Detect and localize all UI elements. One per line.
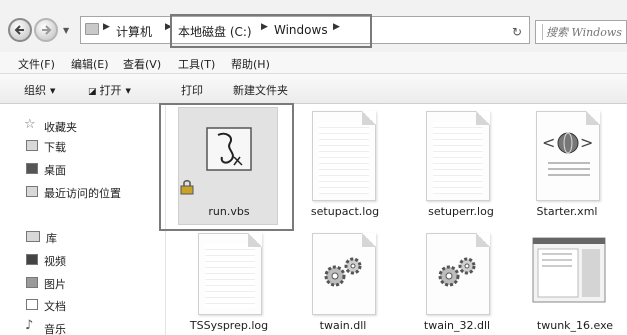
- sidebar-item-recent[interactable]: 最近访问的位置: [44, 185, 121, 201]
- file-item-setuperr-log[interactable]: setuperr.log: [412, 111, 526, 223]
- breadcrumb-computer[interactable]: 计算机: [116, 23, 152, 40]
- forward-button[interactable]: [34, 18, 58, 42]
- search-input[interactable]: [546, 24, 626, 40]
- print-button[interactable]: 打印: [181, 82, 203, 98]
- file-name: twain_32.dll: [423, 319, 491, 332]
- dll-gears-icon: [426, 233, 490, 315]
- file-item-setupact-log[interactable]: setupact.log: [298, 111, 412, 223]
- selection-highlight-box: [159, 103, 294, 231]
- gear-icon: [438, 257, 476, 287]
- desktop-icon: [26, 163, 38, 174]
- forward-arrow-icon: [42, 25, 52, 35]
- file-item-twain-dll[interactable]: twain.dll: [286, 231, 400, 335]
- dll-gears-icon: [312, 233, 376, 315]
- svg-text:>: >: [580, 133, 593, 152]
- text-document-icon: [312, 111, 376, 201]
- menu-edit[interactable]: 编辑(E): [71, 56, 109, 72]
- refresh-icon[interactable]: ↻: [507, 22, 527, 42]
- svg-text:<: <: [542, 133, 555, 152]
- sidebar-item-downloads[interactable]: 下载: [44, 139, 66, 155]
- file-item-twunk16-exe[interactable]: twunk_16.exe: [512, 231, 626, 335]
- downloads-folder-icon: [26, 140, 38, 151]
- globe-icon: < >: [542, 132, 593, 176]
- menu-tools[interactable]: 工具(T): [178, 56, 215, 72]
- video-library-icon: [26, 254, 38, 265]
- file-item-twain32-dll[interactable]: twain_32.dll: [400, 231, 514, 335]
- xml-document-icon: < >: [536, 111, 600, 201]
- page-fold: [362, 233, 376, 247]
- organize-button[interactable]: 组织 ▼: [24, 82, 55, 98]
- menu-view[interactable]: 查看(V): [123, 56, 161, 72]
- search-box[interactable]: [535, 20, 627, 44]
- chevron-right-icon[interactable]: ▶: [103, 22, 110, 32]
- back-button[interactable]: [8, 18, 32, 42]
- menu-bar: 文件(F) 编辑(E) 查看(V) 工具(T) 帮助(H): [0, 52, 627, 74]
- gear-icon: [324, 257, 362, 287]
- file-name: twunk_16.exe: [536, 319, 614, 332]
- page-fold: [248, 233, 262, 247]
- picture-library-icon: [26, 277, 38, 288]
- text-document-icon: [198, 233, 262, 315]
- document-lines: [205, 244, 255, 308]
- file-name: twain.dll: [319, 319, 367, 332]
- favorites-star-icon: ☆: [24, 117, 36, 132]
- sidebar-item-videos[interactable]: 视频: [44, 253, 66, 269]
- recent-places-icon: [26, 186, 38, 197]
- dropdown-arrow-icon: ▼: [50, 87, 56, 95]
- sidebar-item-desktop[interactable]: 桌面: [44, 162, 66, 178]
- address-row: ▼ ▶ 计算机 ▶ 本地磁盘 (C:) ▶ Windows ▶ ▼ ↻: [0, 0, 627, 52]
- address-highlight-box: [170, 14, 372, 48]
- sidebar-item-documents[interactable]: 文档: [44, 298, 66, 314]
- libraries-icon: [26, 231, 40, 242]
- search-divider: [542, 24, 543, 40]
- file-item-starter-xml[interactable]: < > Starter.xml: [512, 111, 626, 223]
- file-name: setupact.log: [310, 205, 380, 218]
- recent-pages-dropdown-icon[interactable]: ▼: [63, 26, 69, 35]
- document-library-icon: [26, 299, 38, 310]
- folder-icon: [85, 23, 99, 35]
- open-button[interactable]: ◪ 打开 ▼: [88, 82, 131, 98]
- open-with-icon: ◪: [88, 87, 97, 97]
- page-fold: [362, 111, 376, 125]
- new-folder-button[interactable]: 新建文件夹: [233, 82, 288, 98]
- navigation-pane: ☆ 收藏夹 下载 桌面 最近访问的位置 库 视频 图片 文档 ♪ 音乐: [0, 105, 165, 335]
- file-name: Starter.xml: [536, 205, 598, 218]
- file-item-tssysprep-log[interactable]: TSSysprep.log: [172, 231, 286, 335]
- page-fold: [476, 111, 490, 125]
- menu-help[interactable]: 帮助(H): [231, 56, 270, 72]
- sidebar-item-music[interactable]: 音乐: [44, 321, 66, 335]
- exe-window-icon: [532, 237, 606, 303]
- music-note-icon: ♪: [25, 318, 34, 333]
- file-name: TSSysprep.log: [189, 319, 269, 332]
- command-toolbar: 组织 ▼ ◪ 打开 ▼ 打印 新建文件夹: [0, 74, 627, 104]
- dropdown-arrow-icon: ▼: [125, 87, 131, 95]
- menu-file[interactable]: 文件(F): [18, 56, 55, 72]
- open-label: 打开: [99, 84, 122, 97]
- sidebar-favorites[interactable]: 收藏夹: [44, 119, 77, 135]
- page-fold: [476, 233, 490, 247]
- document-lines: [319, 122, 369, 194]
- back-arrow-icon: [14, 25, 24, 35]
- document-lines: [433, 122, 483, 194]
- text-document-icon: [426, 111, 490, 201]
- file-name: setuperr.log: [428, 205, 494, 218]
- sidebar-item-pictures[interactable]: 图片: [44, 276, 66, 292]
- sidebar-libraries[interactable]: 库: [46, 230, 57, 246]
- organize-label: 组织: [24, 84, 46, 97]
